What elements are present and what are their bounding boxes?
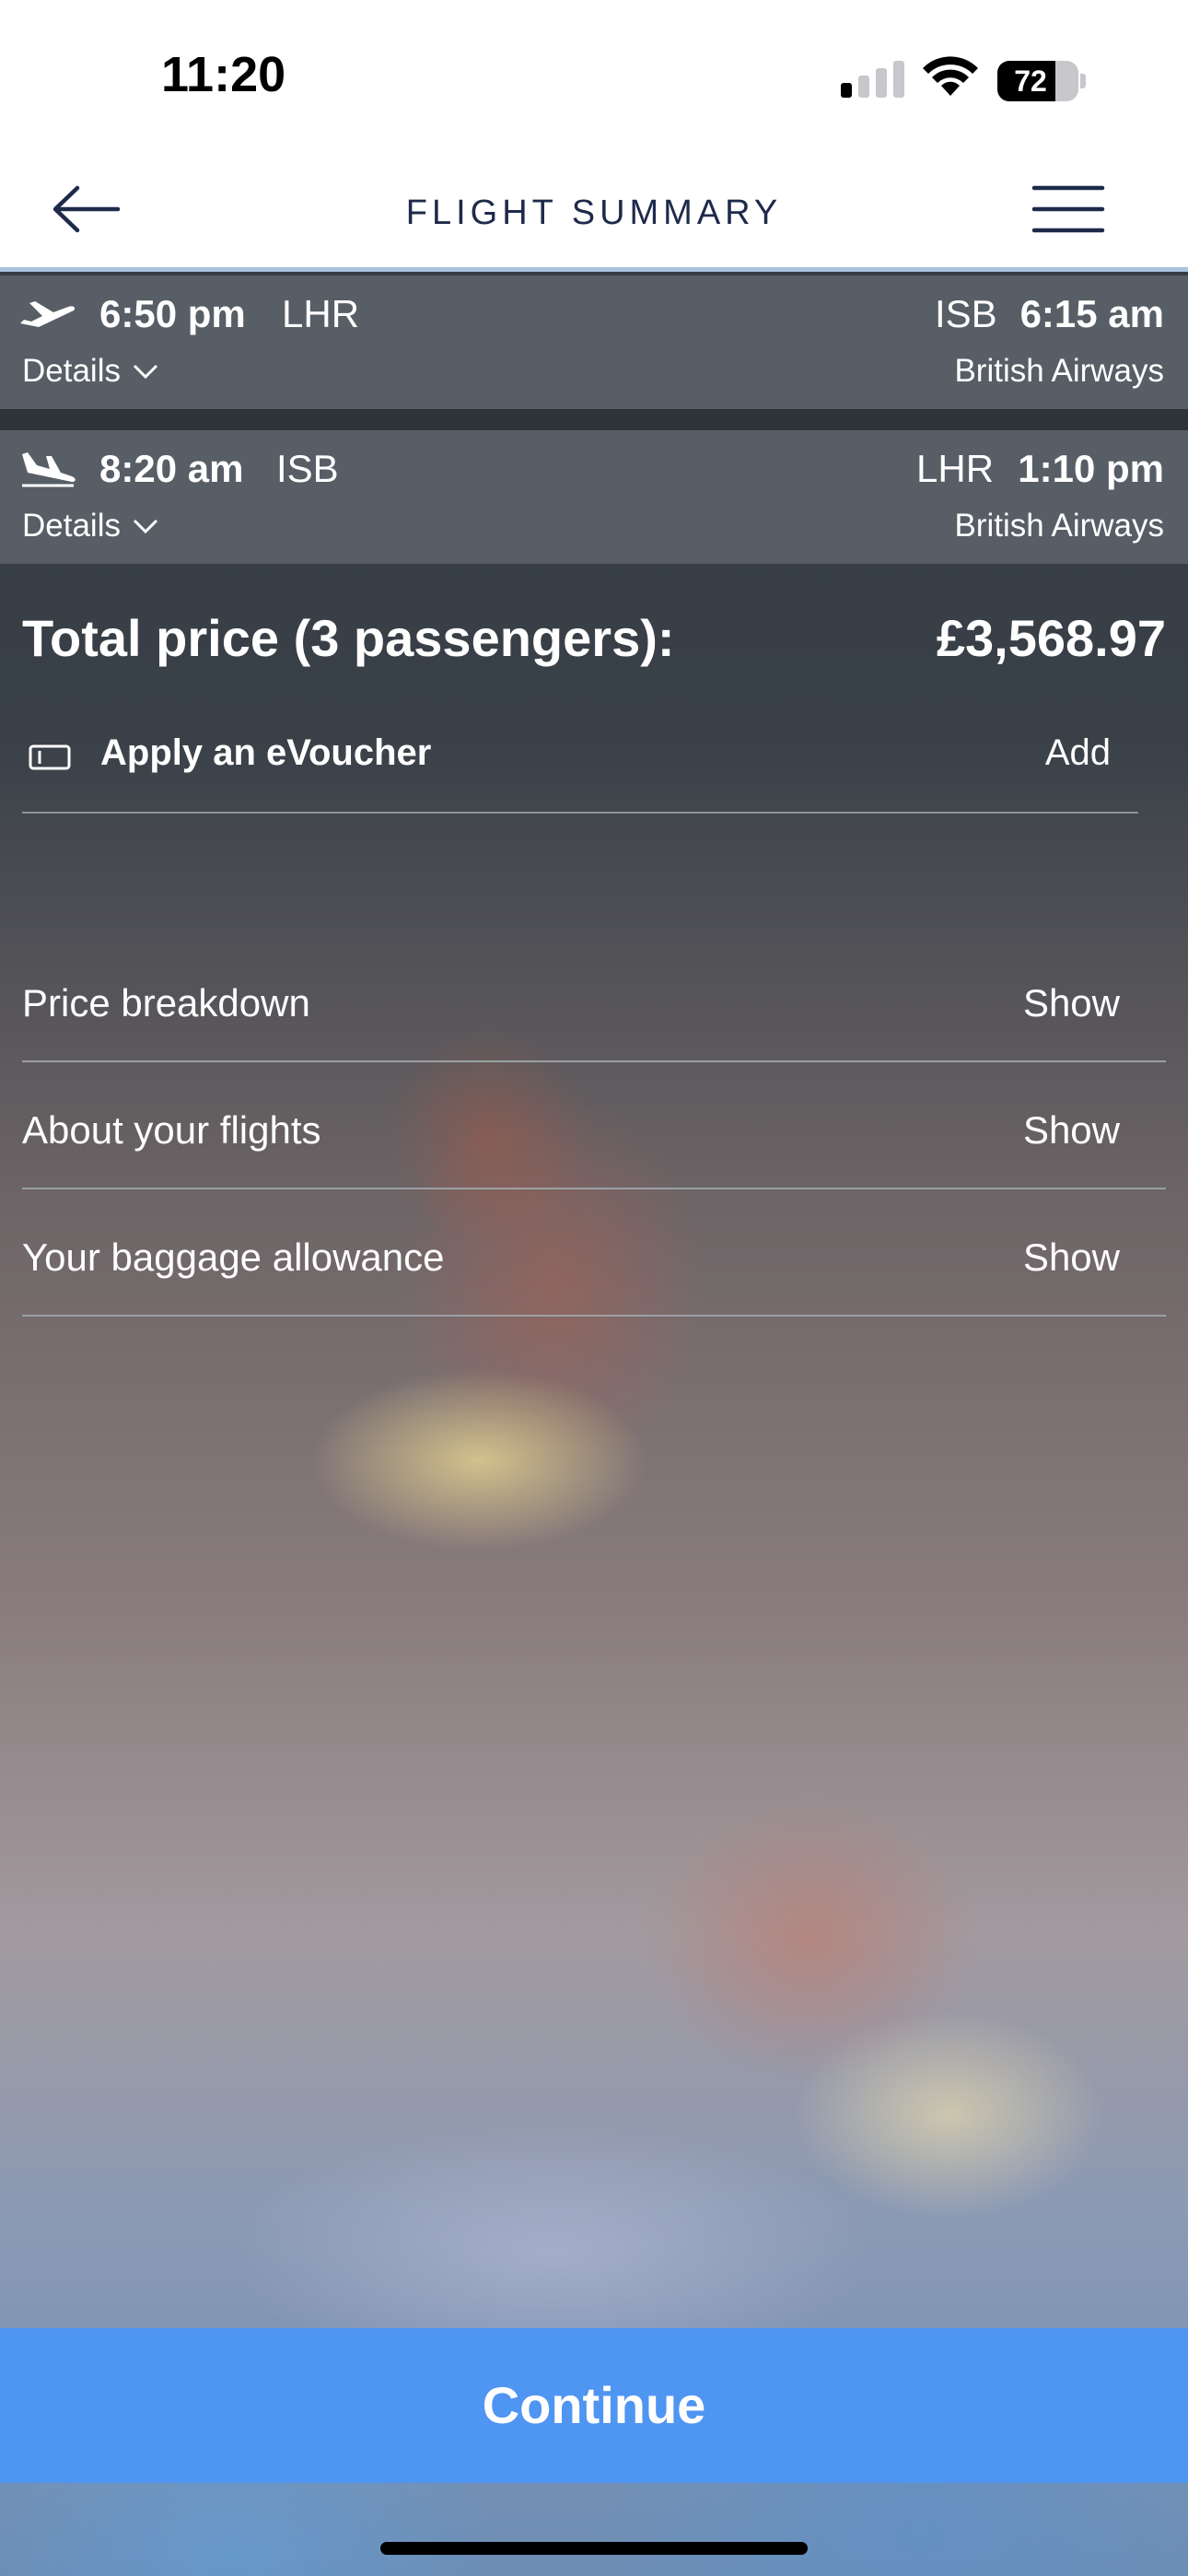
plane-takeoff-icon	[20, 301, 76, 327]
airline-name: British Airways	[954, 353, 1164, 389]
details-label: Details	[22, 508, 121, 544]
battery-tip	[1080, 74, 1086, 88]
plane-landing-icon	[22, 452, 76, 487]
chevron-down-icon	[133, 519, 158, 534]
page-title: FLIGHT SUMMARY	[405, 193, 783, 232]
arrival-time: 1:10 pm	[1018, 447, 1164, 490]
price-breakdown-row[interactable]: Price breakdown Show	[22, 935, 1166, 1062]
status-bar: 11:20 72	[0, 0, 1188, 157]
flight-row-return: 8:20 am ISB LHR 1:10 pm Details British …	[0, 430, 1188, 564]
arrival-time: 6:15 am	[1019, 292, 1164, 335]
cellular-signal-icon	[841, 61, 904, 98]
ticket-icon	[29, 744, 71, 770]
departure-airport: ISB	[276, 447, 339, 490]
evoucher-row[interactable]: Apply an eVoucher Add	[22, 714, 1138, 814]
details-label: Details	[22, 353, 121, 389]
home-indicator[interactable]	[380, 2542, 808, 2555]
total-price-value: £3,568.97	[936, 609, 1166, 667]
app-header: FLIGHT SUMMARY	[0, 157, 1188, 272]
arrival-airport: ISB	[935, 292, 997, 335]
accordion-label: Price breakdown	[22, 981, 310, 1025]
continue-button[interactable]: Continue	[0, 2328, 1188, 2483]
battery-level: 72	[1014, 64, 1047, 98]
about-flights-row[interactable]: About your flights Show	[22, 1062, 1166, 1189]
flight-row-outbound: 6:50 pm LHR ISB 6:15 am Details British …	[0, 275, 1188, 409]
accordion-label: Your baggage allowance	[22, 1235, 445, 1279]
add-evoucher-button[interactable]: Add	[1045, 732, 1111, 774]
show-button[interactable]: Show	[1023, 1235, 1120, 1280]
baggage-allowance-row[interactable]: Your baggage allowance Show	[22, 1189, 1166, 1317]
divider	[0, 409, 1188, 430]
departure-airport: LHR	[282, 292, 360, 335]
departure-time: 8:20 am	[99, 447, 244, 490]
show-button[interactable]: Show	[1023, 1108, 1120, 1153]
departure-time: 6:50 pm	[99, 292, 246, 335]
battery-icon: 72	[997, 61, 1078, 101]
arrival-airport: LHR	[916, 447, 995, 490]
details-toggle[interactable]: Details	[22, 508, 159, 544]
accordion-label: About your flights	[22, 1108, 321, 1152]
evoucher-label: Apply an eVoucher	[100, 732, 432, 773]
airline-name: British Airways	[954, 508, 1164, 544]
total-price-label: Total price (3 passengers):	[22, 609, 675, 667]
status-time: 11:20	[161, 47, 286, 102]
wifi-icon	[923, 56, 978, 96]
chevron-down-icon	[133, 364, 158, 380]
hamburger-menu-icon	[1031, 185, 1105, 233]
menu-button[interactable]	[1027, 177, 1110, 241]
details-toggle[interactable]: Details	[22, 353, 159, 390]
show-button[interactable]: Show	[1023, 981, 1120, 1025]
